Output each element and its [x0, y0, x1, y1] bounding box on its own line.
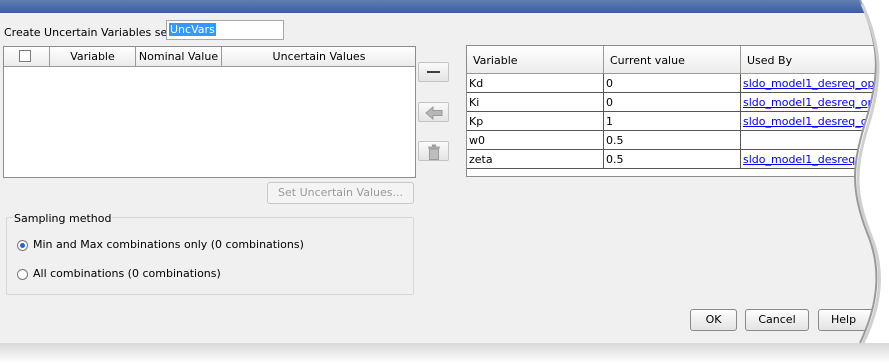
header-uncertain-values[interactable]: Uncertain Values — [222, 47, 415, 66]
table-row[interactable]: w0 0.5 — [467, 131, 887, 150]
create-set-label: Create Uncertain Variables set: — [4, 26, 176, 39]
table-row[interactable]: Kp 1 sldo_model1_desreq_opt — [467, 112, 887, 131]
current-value-cell[interactable]: 0.5 — [604, 131, 741, 149]
header-current-value[interactable]: Current value — [604, 46, 741, 73]
move-left-button[interactable] — [418, 102, 449, 122]
remove-dash-icon — [427, 71, 440, 73]
set-name-input[interactable]: UncVars — [166, 20, 284, 40]
current-value-cell[interactable]: 0 — [604, 93, 741, 111]
ok-button[interactable]: OK — [690, 309, 737, 331]
variable-cell: zeta — [467, 150, 604, 168]
header-used-by[interactable]: Used By — [741, 46, 887, 73]
remove-button[interactable] — [418, 62, 449, 82]
set-uncertain-values-button[interactable]: Set Uncertain Values... — [267, 182, 414, 204]
variables-table-header: Variable Current value Used By — [467, 46, 887, 74]
window-title-bar — [0, 0, 889, 13]
arrow-left-icon — [424, 105, 442, 121]
cancel-button[interactable]: Cancel — [745, 309, 809, 331]
variable-cell: Ki — [467, 93, 604, 111]
sampling-method-title: Sampling method — [13, 212, 113, 225]
bottom-shadow — [0, 343, 889, 363]
used-by-link[interactable]: sldo_model1_desreq_opt — [741, 150, 887, 168]
set-name-value: UncVars — [169, 23, 216, 36]
min-max-radio[interactable] — [17, 240, 28, 251]
header-variable-name[interactable]: Variable — [467, 46, 604, 73]
select-all-checkbox[interactable] — [19, 50, 31, 62]
current-value-cell[interactable]: 0.5 — [604, 150, 741, 168]
uncertain-variables-table: Variable Nominal Value Uncertain Values — [3, 46, 416, 178]
sampling-method-group — [6, 217, 414, 295]
variable-cell: w0 — [467, 131, 604, 149]
variables-table: Variable Current value Used By Kd 0 sldo… — [466, 45, 887, 177]
trash-icon — [427, 144, 440, 160]
table-row[interactable]: Kd 0 sldo_model1_desreq_opt — [467, 74, 887, 93]
header-nominal-value[interactable]: Nominal Value — [136, 47, 222, 66]
current-value-cell[interactable]: 1 — [604, 112, 741, 130]
variable-cell: Kp — [467, 112, 604, 130]
used-by-link[interactable]: sldo_model1_desreq_opt — [741, 93, 887, 111]
table-row[interactable]: zeta 0.5 sldo_model1_desreq_opt — [467, 150, 887, 169]
delete-button[interactable] — [418, 141, 449, 161]
variable-cell: Kd — [467, 74, 604, 92]
all-combinations-radio[interactable] — [17, 269, 28, 280]
header-variable[interactable]: Variable — [50, 47, 136, 66]
help-button[interactable]: Help — [818, 309, 880, 331]
min-max-radio-label[interactable]: Min and Max combinations only (0 combina… — [33, 238, 304, 251]
used-by-link[interactable]: sldo_model1_desreq_opt — [741, 112, 887, 130]
table-row[interactable]: Ki 0 sldo_model1_desreq_opt — [467, 93, 887, 112]
used-by-link[interactable] — [741, 131, 887, 149]
used-by-link[interactable]: sldo_model1_desreq_opt — [741, 74, 887, 92]
header-select-all-cell — [4, 47, 50, 66]
all-combinations-radio-label[interactable]: All combinations (0 combinations) — [33, 267, 221, 280]
uncertain-table-header: Variable Nominal Value Uncertain Values — [4, 47, 415, 67]
current-value-cell[interactable]: 0 — [604, 74, 741, 92]
